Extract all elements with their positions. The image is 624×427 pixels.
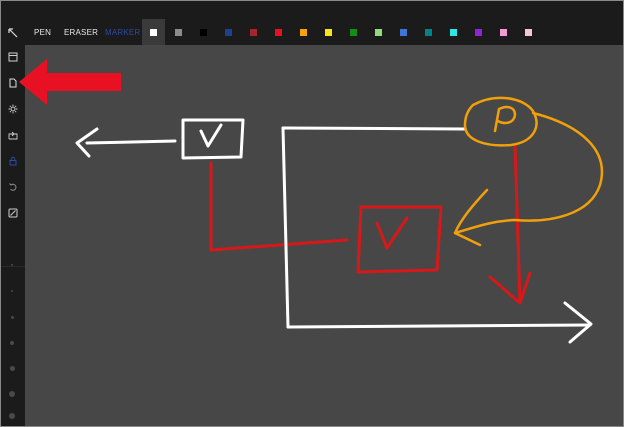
color-swatch-orange[interactable] <box>292 19 315 45</box>
lock-icon[interactable] <box>4 152 22 170</box>
color-swatch-dark-red[interactable] <box>242 19 265 45</box>
clear-icon[interactable] <box>4 204 22 222</box>
swatch-color <box>275 28 282 36</box>
swatch-color <box>425 28 432 36</box>
red-connection-line <box>209 161 349 252</box>
red-down-arrow-head <box>488 271 532 305</box>
orange-loop-arrowhead <box>453 188 489 247</box>
red-down-arrow-stroke <box>513 143 522 305</box>
swatch-color <box>200 28 207 36</box>
eraser-button[interactable]: ERASER <box>64 26 98 40</box>
color-swatch-green[interactable] <box>342 19 365 45</box>
color-swatch-teal[interactable] <box>417 19 440 45</box>
color-swatch-navy[interactable] <box>217 19 240 45</box>
page-dot[interactable] <box>10 366 15 371</box>
red-valve-symbol <box>375 216 409 250</box>
color-swatch-black[interactable] <box>192 19 215 45</box>
swatch-color <box>225 28 232 36</box>
color-swatch-gray[interactable] <box>167 19 190 45</box>
color-swatch-light-green[interactable] <box>367 19 390 45</box>
color-swatch-white[interactable] <box>142 19 165 45</box>
color-swatch-red[interactable] <box>267 19 290 45</box>
orange-pump-letter <box>493 105 517 133</box>
app-window: PEN ERASER MARKER <box>0 0 624 427</box>
swatch-color <box>250 28 257 36</box>
marker-button[interactable]: MARKER <box>105 26 140 40</box>
page-dot[interactable] <box>11 264 13 266</box>
white-valve-symbol <box>199 123 223 148</box>
swatch-color <box>325 28 332 36</box>
undo-icon[interactable] <box>4 178 22 196</box>
white-frame-top <box>281 126 467 131</box>
page-dot[interactable] <box>9 391 15 397</box>
white-left-arrow-stroke <box>85 139 177 145</box>
swatch-color <box>500 28 507 36</box>
callout-arrow <box>19 59 121 105</box>
white-frame-arrowhead <box>563 301 593 344</box>
swatch-color <box>175 28 182 36</box>
page-dot[interactable] <box>10 341 14 345</box>
swatch-color <box>400 28 407 36</box>
white-frame-left <box>281 126 290 329</box>
red-valve-box <box>356 205 443 274</box>
swatch-color <box>300 28 307 36</box>
page-dot[interactable] <box>9 413 15 419</box>
page-dot[interactable] <box>11 290 13 292</box>
orange-loop-arrow <box>453 111 604 235</box>
top-toolbar: PEN ERASER MARKER <box>1 1 623 45</box>
swatch-color <box>475 28 482 36</box>
sidebar-separator <box>1 266 25 267</box>
white-frame-bottom <box>286 323 592 329</box>
color-swatch-purple[interactable] <box>467 19 490 45</box>
color-swatch-pink[interactable] <box>492 19 515 45</box>
swatch-color <box>525 28 532 36</box>
color-swatch-yellow[interactable] <box>317 19 340 45</box>
swatch-color <box>450 28 457 36</box>
page-dot[interactable] <box>11 316 14 319</box>
share-icon[interactable] <box>4 126 22 144</box>
select-cursor-icon[interactable] <box>4 24 22 42</box>
swatch-color <box>350 28 357 36</box>
color-swatch-blue[interactable] <box>392 19 415 45</box>
swatch-color <box>150 28 157 36</box>
swatch-color <box>375 28 382 36</box>
color-swatch-cyan[interactable] <box>442 19 465 45</box>
color-swatch-light-pink[interactable] <box>517 19 540 45</box>
pen-button[interactable]: PEN <box>34 26 51 40</box>
